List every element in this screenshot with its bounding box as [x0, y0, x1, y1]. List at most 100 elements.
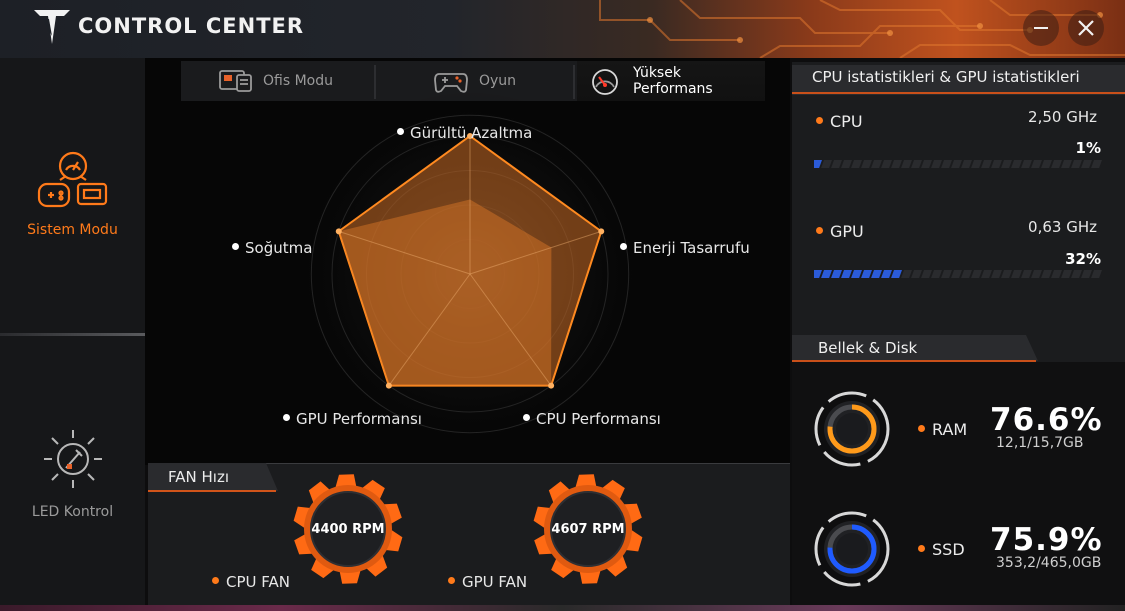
fan-speed-panel: FAN Hızı 4400 RPM 4607 RPM CPU FAN GPU F…: [148, 463, 790, 605]
load-bar-segment: [1001, 160, 1012, 168]
load-bar-segment: [931, 160, 942, 168]
load-bar-segment: [931, 270, 942, 278]
radar-axis-energy-saving: Enerji Tasarrufu: [620, 239, 750, 257]
load-bar-segment: [971, 160, 982, 168]
cpu-fan-rpm: 4400 RPM: [311, 521, 385, 537]
load-bar-segment: [881, 160, 892, 168]
radar-axis-gpu-performance: GPU Performansı: [283, 410, 422, 428]
load-bar-segment: [981, 270, 992, 278]
led-control-icon: [43, 430, 102, 488]
load-bar-segment: [951, 270, 962, 278]
load-bar-segment: [901, 160, 912, 168]
cpu-load: 1%: [1075, 139, 1101, 157]
load-bar-segment: [891, 270, 902, 278]
load-bar-segment: [1051, 160, 1062, 168]
ring-center: [836, 413, 868, 445]
load-bar-segment: [961, 160, 972, 168]
ssd-usage: 353,2/465,0GB: [996, 555, 1102, 571]
load-bar-segment: [814, 160, 822, 168]
load-bar-segment: [1071, 160, 1082, 168]
load-bar-segment: [861, 160, 872, 168]
load-bar-segment: [1021, 270, 1032, 278]
sidebar-divider: [0, 333, 145, 336]
gpu-stat-label: GPU: [816, 222, 864, 241]
ram-usage: 12,1/15,7GB: [996, 435, 1084, 451]
load-bar-segment: [821, 160, 832, 168]
load-bar-segment: [961, 270, 972, 278]
load-bar-segment: [1041, 160, 1052, 168]
radar-axis-noise-reduction: Gürültü Azaltma: [397, 124, 532, 142]
ssd-label: SSD: [918, 540, 965, 559]
bottom-edge: [0, 605, 1125, 611]
load-bar-segment: [814, 270, 822, 278]
load-bar-segment: [1041, 270, 1052, 278]
load-bar-segment: [921, 160, 932, 168]
close-button[interactable]: [1068, 10, 1104, 46]
app-logo-icon: [34, 10, 70, 44]
load-bar-segment: [1081, 160, 1092, 168]
load-bar-segment: [1011, 270, 1022, 278]
load-bar-segment: [991, 160, 1002, 168]
load-bar-segment: [891, 160, 902, 168]
gpu-load: 32%: [1065, 250, 1101, 268]
fan-panel-title: FAN Hızı: [168, 468, 229, 486]
radar-vertex: [598, 228, 605, 235]
load-bar-segment: [831, 160, 842, 168]
ssd-percent: 75.9%: [990, 522, 1103, 558]
sidebar-item-label: LED Kontrol: [31, 504, 114, 520]
ram-usage-ring: [814, 391, 890, 467]
load-bar-segment: [871, 270, 882, 278]
load-bar-segment: [921, 270, 932, 278]
ring-center: [836, 533, 868, 565]
sidebar-item-system-mode[interactable]: Sistem Modu: [0, 150, 145, 238]
sidebar-item-led-control[interactable]: LED Kontrol: [0, 426, 145, 520]
cpu-fan-gauge: 4400 RPM: [292, 473, 404, 589]
load-bar-segment: [1061, 270, 1072, 278]
load-bar-segment: [941, 270, 952, 278]
sidebar: Sistem Modu LED Kontrol: [0, 58, 145, 611]
load-bar-segment: [871, 160, 882, 168]
load-bar-segment: [881, 270, 892, 278]
load-bar-segment: [1061, 160, 1072, 168]
cpu-stat-label: CPU: [816, 112, 863, 131]
load-bar-segment: [1091, 270, 1102, 278]
load-bar-segment: [831, 270, 842, 278]
radar-axis-cpu-performance: CPU Performansı: [523, 410, 661, 428]
gpu-frequency: 0,63 GHz: [1028, 218, 1097, 236]
load-bar-segment: [911, 270, 922, 278]
ram-label: RAM: [918, 420, 967, 439]
gpu-fan-rpm: 4607 RPM: [551, 521, 625, 537]
stats-title: CPU istatistikleri & GPU istatistikleri: [812, 68, 1080, 86]
radar-vertex: [548, 382, 555, 389]
load-bar-segment: [821, 270, 832, 278]
app-title: CONTROL CENTER: [78, 14, 305, 38]
load-bar-segment: [841, 160, 852, 168]
load-bar-segment: [901, 270, 912, 278]
system-mode-panel: Ofis Modu Oyun Yüksek Performans Gürültü…: [145, 58, 790, 465]
load-bar-segment: [911, 160, 922, 168]
gpu-fan-label: GPU FAN: [448, 573, 527, 591]
load-bar-segment: [1051, 270, 1062, 278]
minimize-button[interactable]: [1023, 10, 1059, 46]
load-bar-segment: [851, 160, 862, 168]
load-bar-segment: [991, 270, 1002, 278]
system-mode-icon: [37, 151, 107, 208]
minimize-icon: [1034, 27, 1048, 29]
load-bar-segment: [971, 270, 982, 278]
load-bar-segment: [1091, 160, 1102, 168]
load-bar-segment: [941, 160, 952, 168]
ssd-usage-ring: [814, 511, 890, 587]
load-bar-segment: [1011, 160, 1022, 168]
load-bar-segment: [981, 160, 992, 168]
cpu-frequency: 2,50 GHz: [1028, 108, 1097, 126]
radar-axis-cooling: Soğutma: [232, 239, 312, 257]
close-icon: [1078, 20, 1094, 36]
sidebar-item-label: Sistem Modu: [27, 222, 118, 238]
radar-vertex: [385, 382, 392, 389]
radar-vertex: [335, 228, 342, 235]
cpu-load-bar: [814, 160, 1102, 168]
load-bar-segment: [1031, 160, 1042, 168]
memory-title: Bellek & Disk: [818, 339, 918, 357]
performance-radar-chart: [285, 89, 655, 459]
cpu-fan-label: CPU FAN: [212, 573, 290, 591]
